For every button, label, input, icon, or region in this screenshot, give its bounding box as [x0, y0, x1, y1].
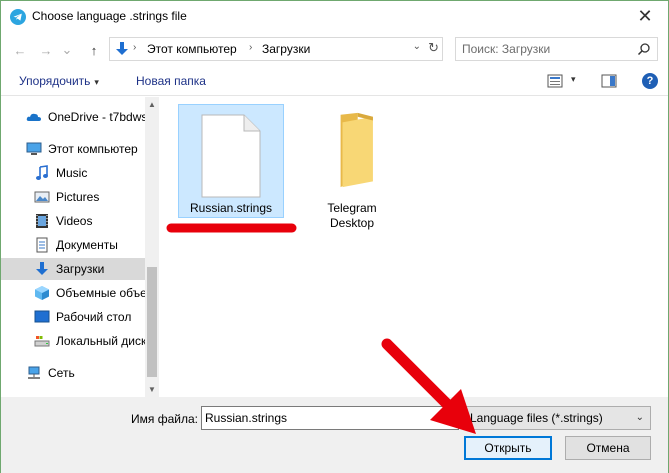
folder-name-line-2: Desktop — [329, 216, 375, 230]
address-dropdown-icon[interactable]: ⌄ — [413, 41, 421, 52]
sidebar-item-label: Загрузки — [56, 262, 105, 276]
navigation-pane: OneDrive - t7bdws Этот компьютер Music P… — [1, 97, 159, 397]
breadcrumb-separator: › — [133, 42, 137, 53]
up-button[interactable]: ↑ — [85, 41, 103, 59]
recent-locations-button[interactable]: ⌄ — [61, 41, 73, 59]
address-bar-row: ← → ⌄ ↑ › Этот компьютер › Загрузки ⌄ ↻ — [1, 32, 668, 66]
scrollbar-thumb[interactable] — [147, 267, 157, 377]
chevron-down-icon: ⌄ — [635, 412, 644, 423]
file-item-russian-strings[interactable]: Russian.strings — [178, 104, 284, 218]
organize-button[interactable]: Упорядочить ▾ — [19, 74, 99, 88]
back-arrow-icon: ← — [13, 42, 27, 58]
videos-icon — [36, 214, 48, 228]
open-button[interactable]: Открыть — [464, 436, 552, 460]
breadcrumb-this-pc[interactable]: Этот компьютер — [147, 42, 237, 56]
forward-button[interactable]: → — [37, 41, 55, 59]
document-file-icon — [201, 114, 261, 198]
breadcrumb-separator: › — [249, 42, 253, 53]
file-list-pane: Russian.strings Telegram Desktop — [160, 97, 668, 397]
sidebar-item-music[interactable]: Music — [1, 162, 145, 184]
refresh-icon[interactable]: ↻ — [428, 40, 439, 56]
pictures-icon — [34, 191, 50, 203]
cancel-button-label: Отмена — [586, 441, 630, 455]
help-icon[interactable]: ? — [642, 73, 658, 89]
sidebar-item-label: Рабочий стол — [56, 310, 132, 324]
network-icon — [28, 366, 40, 379]
scroll-up-icon[interactable]: ▲ — [148, 100, 156, 109]
sidebar-item-downloads[interactable]: Загрузки — [1, 258, 145, 280]
scroll-down-icon[interactable]: ▼ — [148, 385, 156, 394]
sidebar-item-network[interactable]: Сеть — [1, 362, 145, 384]
sidebar-item-label: Этот компьютер — [48, 142, 138, 156]
folder-icon — [340, 112, 373, 188]
dialog-footer: Имя файла: Language files (*.strings) ⌄ … — [1, 397, 668, 473]
sidebar-item-onedrive[interactable]: OneDrive - t7bdws — [1, 106, 145, 128]
local-disk-icon — [34, 336, 50, 347]
filename-input[interactable] — [201, 406, 459, 430]
search-input[interactable] — [462, 42, 632, 56]
sidebar-item-label: Документы — [56, 238, 118, 252]
folder-item-telegram-desktop[interactable]: Telegram Desktop — [310, 111, 394, 231]
filename-label: Имя файла: — [131, 412, 198, 426]
chevron-down-icon: ▾ — [94, 77, 99, 87]
onedrive-icon — [26, 113, 41, 121]
new-folder-label: Новая папка — [136, 74, 206, 88]
up-arrow-icon: ↑ — [90, 42, 98, 58]
sidebar-item-label: Объемные объекты — [56, 286, 145, 300]
sidebar-item-this-pc[interactable]: Этот компьютер — [1, 138, 145, 160]
3d-objects-icon — [35, 286, 49, 300]
close-icon: ✕ — [637, 5, 653, 26]
sidebar-item-pictures[interactable]: Pictures — [1, 186, 145, 208]
chevron-down-icon: ⌄ — [61, 42, 73, 57]
sidebar-scrollbar[interactable]: ▲ ▼ — [145, 97, 159, 397]
address-input[interactable]: › Этот компьютер › Загрузки ⌄ ↻ — [109, 37, 443, 61]
sidebar-item-label: OneDrive - t7bdws — [48, 110, 145, 124]
command-toolbar: Упорядочить ▾ Новая папка ▾ ? — [1, 66, 668, 96]
computer-icon — [26, 142, 42, 155]
back-button[interactable]: ← — [11, 41, 29, 59]
sidebar-item-desktop[interactable]: Рабочий стол — [1, 306, 145, 328]
music-icon — [36, 165, 48, 180]
telegram-icon — [10, 9, 26, 25]
window-title: Choose language .strings file — [32, 9, 187, 23]
sidebar-item-label: Сеть — [48, 366, 75, 380]
sidebar-item-label: Pictures — [56, 190, 100, 204]
cancel-button[interactable]: Отмена — [565, 436, 651, 460]
new-folder-button[interactable]: Новая папка — [136, 74, 206, 88]
preview-pane-icon[interactable] — [601, 74, 617, 88]
organize-label: Упорядочить — [19, 74, 91, 88]
sidebar-item-local-disk[interactable]: Локальный диск — [1, 330, 145, 352]
sidebar-item-3d-objects[interactable]: Объемные объекты — [1, 282, 145, 304]
file-dialog-window: Choose language .strings file ✕ ← → ⌄ ↑ … — [0, 0, 669, 473]
view-options-caret-icon[interactable]: ▾ — [571, 74, 576, 85]
desktop-icon — [34, 310, 50, 323]
sidebar-item-label: Videos — [56, 214, 93, 228]
title-bar: Choose language .strings file ✕ — [1, 1, 668, 32]
search-icon[interactable] — [637, 42, 651, 56]
breadcrumb-downloads[interactable]: Загрузки — [262, 42, 310, 56]
sidebar-item-documents[interactable]: Документы — [1, 234, 145, 256]
downloads-location-icon — [116, 42, 128, 55]
folder-name-line-1: Telegram — [327, 201, 377, 215]
change-view-icon[interactable] — [547, 74, 563, 88]
filetype-select[interactable]: Language files (*.strings) ⌄ — [464, 406, 651, 430]
downloads-icon — [36, 262, 48, 275]
sidebar-item-videos[interactable]: Videos — [1, 210, 145, 232]
search-box[interactable] — [455, 37, 658, 61]
forward-arrow-icon: → — [39, 42, 53, 58]
file-name: Russian.strings — [189, 201, 273, 215]
open-button-label: Открыть — [484, 441, 532, 455]
documents-icon — [36, 237, 48, 253]
sidebar-item-label: Music — [56, 166, 88, 180]
sidebar-item-label: Локальный диск — [56, 334, 145, 348]
close-button[interactable]: ✕ — [628, 3, 662, 29]
filetype-value: Language files (*.strings) — [470, 411, 603, 425]
